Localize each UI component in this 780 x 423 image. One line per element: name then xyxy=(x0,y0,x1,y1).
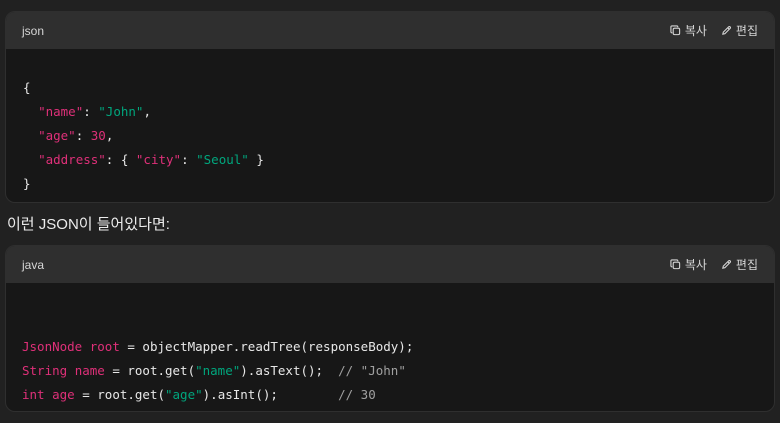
code-token: ).get( xyxy=(263,411,308,412)
code-line: String name = root.get("name").asText();… xyxy=(22,359,774,383)
code-token: : xyxy=(83,104,99,119)
pencil-icon xyxy=(721,259,732,270)
code-token: = root.get( xyxy=(74,387,165,402)
code-token: ).asInt(); xyxy=(202,387,339,402)
code-content[interactable]: { "name": "John", "age": 30, "address": … xyxy=(6,49,774,196)
code-content[interactable]: JsonNode root = objectMapper.readTree(re… xyxy=(6,283,774,412)
code-block-java: java 복사 편집 JsonNode root = objectMapper.… xyxy=(5,245,775,412)
code-token: "city" xyxy=(135,152,182,167)
code-line: } xyxy=(23,172,774,196)
code-token: = root.get( xyxy=(105,411,195,412)
code-token: "John" xyxy=(98,104,144,119)
code-token: "address" xyxy=(195,411,263,412)
code-token: // 30 xyxy=(338,387,376,402)
code-token: ).asText(); xyxy=(240,363,339,378)
code-token: "city" xyxy=(308,411,353,412)
code-line: "age": 30, xyxy=(23,124,774,148)
code-line: JsonNode root = objectMapper.readTree(re… xyxy=(22,335,774,359)
code-line: "name": "John", xyxy=(23,100,774,124)
message-text: 이런 JSON이 들어있다면: xyxy=(7,216,170,233)
code-line: { xyxy=(23,76,774,100)
code-block-actions: 복사 편집 xyxy=(670,22,758,39)
code-line: "address": { "city": "Seoul" } xyxy=(23,148,774,172)
chat-page: json 복사 편집 {"name": "John", "age": 30, … xyxy=(0,0,780,423)
code-token: , xyxy=(143,104,151,119)
code-token: } xyxy=(248,152,264,167)
edit-button[interactable]: 편집 xyxy=(721,22,758,39)
code-token: "name" xyxy=(38,104,84,119)
code-token: : xyxy=(75,128,91,143)
edit-button[interactable]: 편집 xyxy=(721,256,758,273)
code-token: int xyxy=(22,387,45,402)
code-language-label: json xyxy=(22,23,45,38)
copy-icon xyxy=(670,25,681,36)
code-token: root xyxy=(89,339,120,354)
code-block-actions: 복사 편집 xyxy=(670,256,758,273)
code-token: // "John" xyxy=(338,363,406,378)
code-token: "age" xyxy=(38,128,76,143)
code-token: "age" xyxy=(165,387,203,402)
code-line: int age = root.get("age").asInt(); // 30 xyxy=(22,383,774,407)
copy-button[interactable]: 복사 xyxy=(670,256,707,273)
code-token: } xyxy=(23,176,31,191)
code-token: city xyxy=(75,411,105,412)
edit-label: 편집 xyxy=(735,258,758,272)
code-token: ).asText(); xyxy=(353,411,451,412)
code-token: "Seoul" xyxy=(196,152,249,167)
code-token: "name" xyxy=(195,363,241,378)
code-token: = objectMapper.readTree(responseBody); xyxy=(119,339,414,354)
code-token: "address" xyxy=(38,152,106,167)
code-block-header: json 복사 편집 xyxy=(6,12,774,49)
code-language-label: java xyxy=(22,257,45,272)
code-line: String city = root.get("address").get("c… xyxy=(22,407,774,412)
code-block-json: json 복사 편집 {"name": "John", "age": 30, … xyxy=(5,11,775,203)
copy-icon xyxy=(670,259,681,270)
code-token: age xyxy=(52,387,75,402)
code-token: JsonNode xyxy=(22,339,83,354)
code-token: = root.get( xyxy=(104,363,196,378)
code-token: String xyxy=(22,363,68,378)
code-token: : xyxy=(181,152,197,167)
code-token: // "Seoul" xyxy=(451,411,526,412)
code-token: String xyxy=(22,411,67,412)
code-token: , xyxy=(105,128,114,143)
copy-label: 복사 xyxy=(684,258,707,272)
code-token: : { xyxy=(105,152,136,167)
code-token: { xyxy=(23,80,31,95)
copy-button[interactable]: 복사 xyxy=(670,22,707,39)
copy-label: 복사 xyxy=(684,24,707,38)
code-block-header: java 복사 편집 xyxy=(6,246,774,283)
edit-label: 편집 xyxy=(735,24,758,38)
code-token: 30 xyxy=(90,128,106,143)
code-token: name xyxy=(74,363,105,378)
pencil-icon xyxy=(721,25,732,36)
